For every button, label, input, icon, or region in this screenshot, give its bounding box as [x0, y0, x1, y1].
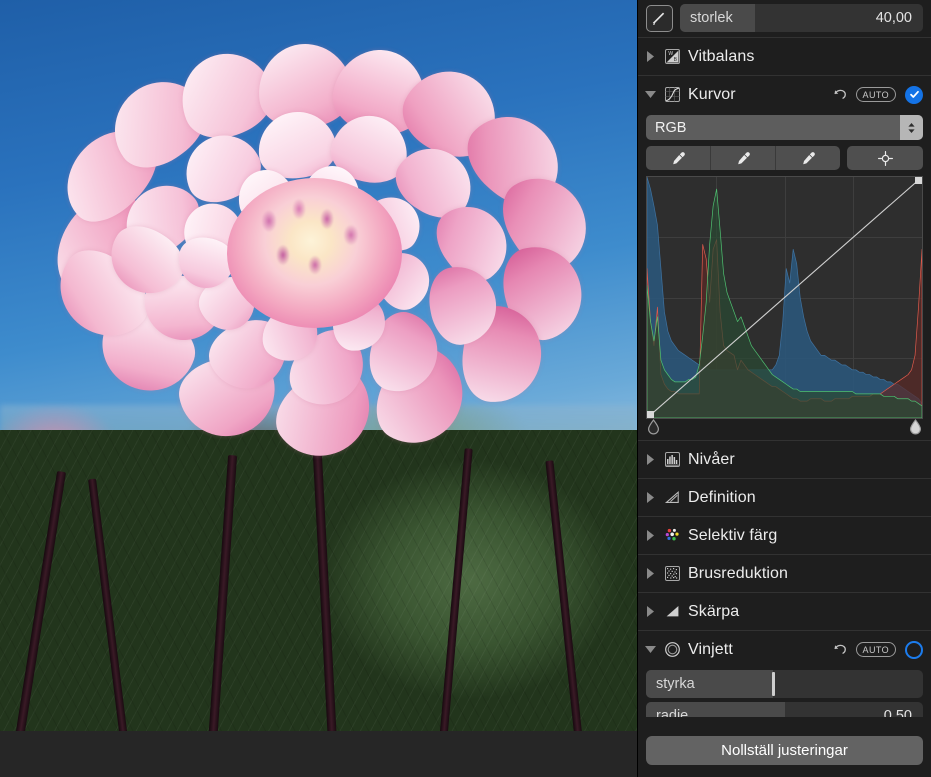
noise-reduction-icon: [663, 564, 682, 583]
revert-icon[interactable]: [832, 87, 847, 102]
gray-point-eyedropper[interactable]: [711, 146, 776, 170]
radie-slider[interactable]: radie 0,50: [646, 702, 923, 717]
section-controls: AUTO: [832, 641, 923, 659]
channel-select-value: RGB: [646, 120, 686, 136]
reset-adjustments-wrapper: Nollställ justeringar: [638, 736, 931, 765]
sidebar-item-selektiv-farg[interactable]: Selektiv färg: [638, 516, 931, 554]
sidebar-item-skarpa[interactable]: Skärpa: [638, 592, 931, 630]
sidebar-item-vinjett[interactable]: Vinjett AUTO: [638, 630, 931, 668]
flower-center-tips: [247, 193, 382, 308]
level-handles: [646, 419, 923, 436]
curves-histogram[interactable]: [646, 176, 923, 419]
levels-icon: [663, 450, 682, 469]
styrka-slider[interactable]: styrka: [646, 670, 923, 698]
slider-knob[interactable]: [772, 672, 775, 696]
brush-size-slider[interactable]: storlek 40,00: [680, 4, 923, 32]
curve-point-white[interactable]: [915, 177, 922, 184]
eyedropper-group: [646, 146, 840, 170]
vignette-icon: [663, 640, 682, 659]
sidebar-item-kurvor[interactable]: Kurvor AUTO: [638, 75, 931, 113]
photos-edit-window: storlek 40,00 W B Vitbalans: [0, 0, 931, 777]
sharpen-icon: [663, 602, 682, 621]
white-point-eyedropper[interactable]: [776, 146, 840, 170]
histogram-plot: [647, 177, 922, 418]
curves-graph-wrapper: [646, 176, 923, 436]
section-enabled-checkbox[interactable]: [905, 641, 923, 659]
chevron-down-icon[interactable]: [644, 90, 657, 99]
sidebar-item-label: Selektiv färg: [688, 527, 777, 545]
canvas-bottom-bar: [0, 731, 637, 777]
definition-icon: [663, 488, 682, 507]
chevron-right-icon[interactable]: [644, 606, 657, 617]
dahlia-blossom: [52, 58, 572, 458]
selective-color-icon: [663, 526, 682, 545]
section-controls: AUTO: [832, 86, 923, 104]
chevron-down-icon[interactable]: [644, 645, 657, 654]
brush-icon[interactable]: [646, 5, 673, 32]
white-balance-icon: W B: [663, 47, 682, 66]
auto-button[interactable]: AUTO: [856, 642, 896, 657]
vignette-sliders: styrka: [638, 668, 931, 698]
target-crosshair-icon: [877, 150, 894, 167]
slider-label: storlek: [680, 10, 733, 26]
sidebar-item-label: Vitbalans: [688, 48, 754, 66]
brush-size-row: storlek 40,00: [638, 0, 931, 37]
slider-label: styrka: [646, 676, 695, 692]
reset-adjustments-button[interactable]: Nollställ justeringar: [646, 736, 923, 765]
chevron-up-down-icon[interactable]: [900, 115, 923, 140]
sidebar-item-label: Vinjett: [688, 641, 733, 659]
white-point-handle[interactable]: [909, 419, 922, 435]
adjust-sidebar: storlek 40,00 W B Vitbalans: [637, 0, 931, 777]
section-enabled-checkbox[interactable]: [905, 86, 923, 104]
black-point-handle[interactable]: [647, 419, 660, 435]
curves-panel: RGB: [638, 113, 931, 440]
eyedropper-row: [646, 146, 923, 170]
chevron-right-icon[interactable]: [644, 51, 657, 62]
sidebar-item-vitbalans[interactable]: W B Vitbalans: [638, 37, 931, 75]
sidebar-item-label: Definition: [688, 489, 756, 507]
sidebar-item-nivaer[interactable]: Nivåer: [638, 440, 931, 478]
slider-value: 0,50: [884, 708, 923, 717]
black-point-eyedropper[interactable]: [646, 146, 711, 170]
photo-image[interactable]: [0, 0, 637, 731]
chevron-right-icon[interactable]: [644, 530, 657, 541]
auto-button[interactable]: AUTO: [856, 87, 896, 102]
slider-label: radie: [646, 708, 688, 717]
revert-icon[interactable]: [832, 642, 847, 657]
curve-point-black[interactable]: [647, 411, 654, 418]
chevron-right-icon[interactable]: [644, 568, 657, 579]
photo-canvas[interactable]: [0, 0, 637, 777]
channel-select[interactable]: RGB: [646, 115, 923, 140]
slider-value: 40,00: [876, 10, 923, 26]
sidebar-item-label: Kurvor: [688, 86, 736, 104]
sidebar-item-definition[interactable]: Definition: [638, 478, 931, 516]
chevron-right-icon[interactable]: [644, 492, 657, 503]
radie-slider-clipped: radie 0,50: [638, 698, 931, 717]
chevron-right-icon[interactable]: [644, 454, 657, 465]
sidebar-item-label: Skärpa: [688, 603, 739, 621]
sidebar-item-brusreduktion[interactable]: Brusreduktion: [638, 554, 931, 592]
curves-icon: [663, 85, 682, 104]
sidebar-item-label: Nivåer: [688, 451, 735, 469]
sidebar-item-label: Brusreduktion: [688, 565, 788, 583]
on-image-adjust-button[interactable]: [847, 146, 923, 170]
